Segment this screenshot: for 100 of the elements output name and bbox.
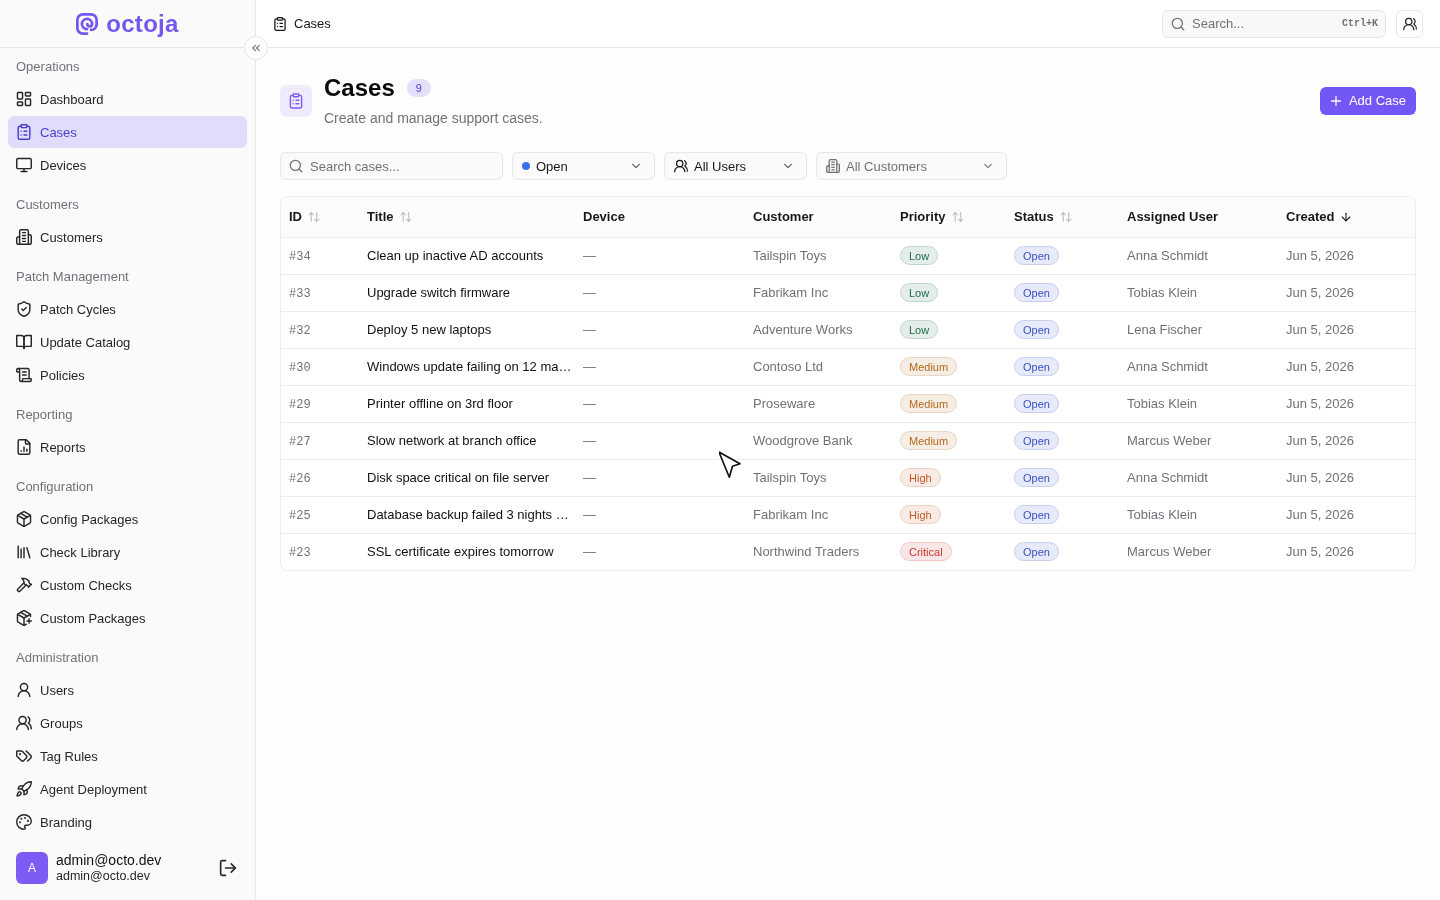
case-id: #27 xyxy=(289,434,311,449)
case-id: #30 xyxy=(289,360,311,375)
column-header[interactable]: ID xyxy=(289,209,320,225)
users-icon xyxy=(16,715,32,731)
sidebar-section-title: Administration xyxy=(15,649,100,667)
status-badge: Open xyxy=(1014,246,1059,265)
sidebar-item[interactable]: Check Library xyxy=(8,536,247,568)
case-id: #29 xyxy=(289,397,311,412)
device-value: — xyxy=(583,359,596,374)
scroll-icon xyxy=(16,367,32,383)
tag-icon xyxy=(16,748,32,764)
search-icon xyxy=(1171,16,1185,31)
sidebar-item[interactable]: Custom Checks xyxy=(8,569,247,601)
status-badge: Open xyxy=(1014,468,1059,487)
assigned-user: Marcus Weber xyxy=(1127,544,1212,560)
mouse-cursor-icon xyxy=(719,449,742,479)
status-filter[interactable]: Open xyxy=(512,152,655,180)
sidebar-item[interactable]: Patch Cycles xyxy=(8,293,247,325)
status-badge: Open xyxy=(1014,542,1059,562)
device-value: — xyxy=(583,322,596,337)
logout-button[interactable] xyxy=(219,859,237,877)
case-id: #33 xyxy=(289,286,311,301)
package-icon xyxy=(16,511,32,527)
sidebar-item[interactable]: Users xyxy=(8,674,247,706)
add-case-button[interactable]: Add Case xyxy=(1319,86,1416,115)
assigned-user: Anna Schmidt xyxy=(1127,359,1208,374)
users-icon xyxy=(1402,16,1417,31)
sidebar-section-title: Customers xyxy=(15,196,80,214)
sidebar-item[interactable]: Agent Deployment xyxy=(8,773,247,805)
status-badge: Open xyxy=(1014,357,1059,376)
collapse-sidebar-button[interactable] xyxy=(244,36,268,60)
clipboard-list-icon xyxy=(16,124,32,140)
column-header[interactable]: Status xyxy=(1014,209,1072,225)
customer-name: Woodgrove Bank xyxy=(753,433,853,448)
sidebar-item[interactable]: Policies xyxy=(8,359,247,391)
sidebar-item[interactable]: Cases xyxy=(8,116,247,148)
sidebar-item[interactable]: Config Packages xyxy=(8,503,247,535)
logo-icon xyxy=(76,12,99,35)
user-name: admin@octo.dev xyxy=(56,852,162,869)
device-value: — xyxy=(583,507,596,522)
sidebar-item[interactable]: Reports xyxy=(8,431,247,463)
clipboard-list-icon xyxy=(273,16,287,31)
case-id: #26 xyxy=(289,471,311,486)
column-header: Customer xyxy=(753,209,814,225)
monitor-icon xyxy=(16,157,32,173)
library-icon xyxy=(16,544,32,560)
customer-name: Fabrikam Inc xyxy=(753,507,829,522)
case-id: #34 xyxy=(289,249,311,264)
case-title: Printer offline on 3rd floor xyxy=(367,396,513,411)
sidebar-item[interactable]: Groups xyxy=(8,707,247,739)
sidebar-item[interactable]: Dashboard xyxy=(8,83,247,115)
created-date: Jun 5, 2026 xyxy=(1286,285,1354,300)
rocket-icon xyxy=(16,781,32,797)
device-value: — xyxy=(583,433,596,448)
customer-name: Contoso Ltd xyxy=(753,359,824,374)
sidebar-item[interactable]: Devices xyxy=(8,149,247,181)
palette-icon xyxy=(16,814,32,830)
column-header[interactable]: Priority xyxy=(900,209,964,225)
sidebar-item[interactable]: Update Catalog xyxy=(8,326,247,358)
assigned-user: Anna Schmidt xyxy=(1127,248,1208,263)
cases-search-field[interactable]: Search cases... xyxy=(280,152,503,180)
column-header: Device xyxy=(583,209,625,225)
count-badge: 9 xyxy=(406,79,431,97)
sidebar-item[interactable]: Custom Packages xyxy=(8,602,247,634)
created-date: Jun 5, 2026 xyxy=(1286,470,1354,485)
search-icon xyxy=(289,159,303,173)
column-header[interactable]: Created xyxy=(1286,209,1353,225)
priority-badge: Low xyxy=(900,320,939,339)
sidebar-item[interactable]: Branding xyxy=(8,806,247,838)
user-filter[interactable]: All Users xyxy=(664,152,807,180)
created-date: Jun 5, 2026 xyxy=(1286,433,1354,448)
created-date: Jun 5, 2026 xyxy=(1286,248,1354,263)
status-badge: Open xyxy=(1014,283,1059,302)
user-icon xyxy=(16,682,32,698)
priority-badge: High xyxy=(900,505,941,524)
sidebar-item[interactable]: Tag Rules xyxy=(8,740,247,772)
dashboard-grid-icon xyxy=(16,91,32,107)
customer-name: Proseware xyxy=(753,396,816,411)
case-title: Clean up inactive AD accounts xyxy=(367,248,544,263)
breadcrumb: Cases xyxy=(294,16,331,31)
users-button[interactable] xyxy=(1396,9,1423,38)
plus-icon xyxy=(1328,93,1343,108)
sidebar-item[interactable]: Customers xyxy=(8,221,247,253)
device-value: — xyxy=(583,470,596,485)
status-badge: Open xyxy=(1014,505,1059,524)
column-header[interactable]: Title xyxy=(367,209,412,225)
file-chart-icon xyxy=(16,439,32,455)
user-email: admin@octo.dev xyxy=(56,869,151,884)
device-value: — xyxy=(583,285,596,300)
assigned-user: Tobias Klein xyxy=(1127,285,1198,300)
device-value: — xyxy=(583,544,596,560)
page-subtitle: Create and manage support cases. xyxy=(324,109,543,128)
assigned-user: Marcus Weber xyxy=(1127,433,1212,448)
case-id: #32 xyxy=(289,323,311,338)
customer-name: Tailspin Toys xyxy=(753,248,827,263)
open-book-icon xyxy=(16,334,32,350)
priority-badge: Low xyxy=(900,283,939,302)
clipboard-tile-icon xyxy=(280,84,312,117)
created-date: Jun 5, 2026 xyxy=(1286,359,1354,374)
sidebar-section-title: Configuration xyxy=(15,478,95,496)
